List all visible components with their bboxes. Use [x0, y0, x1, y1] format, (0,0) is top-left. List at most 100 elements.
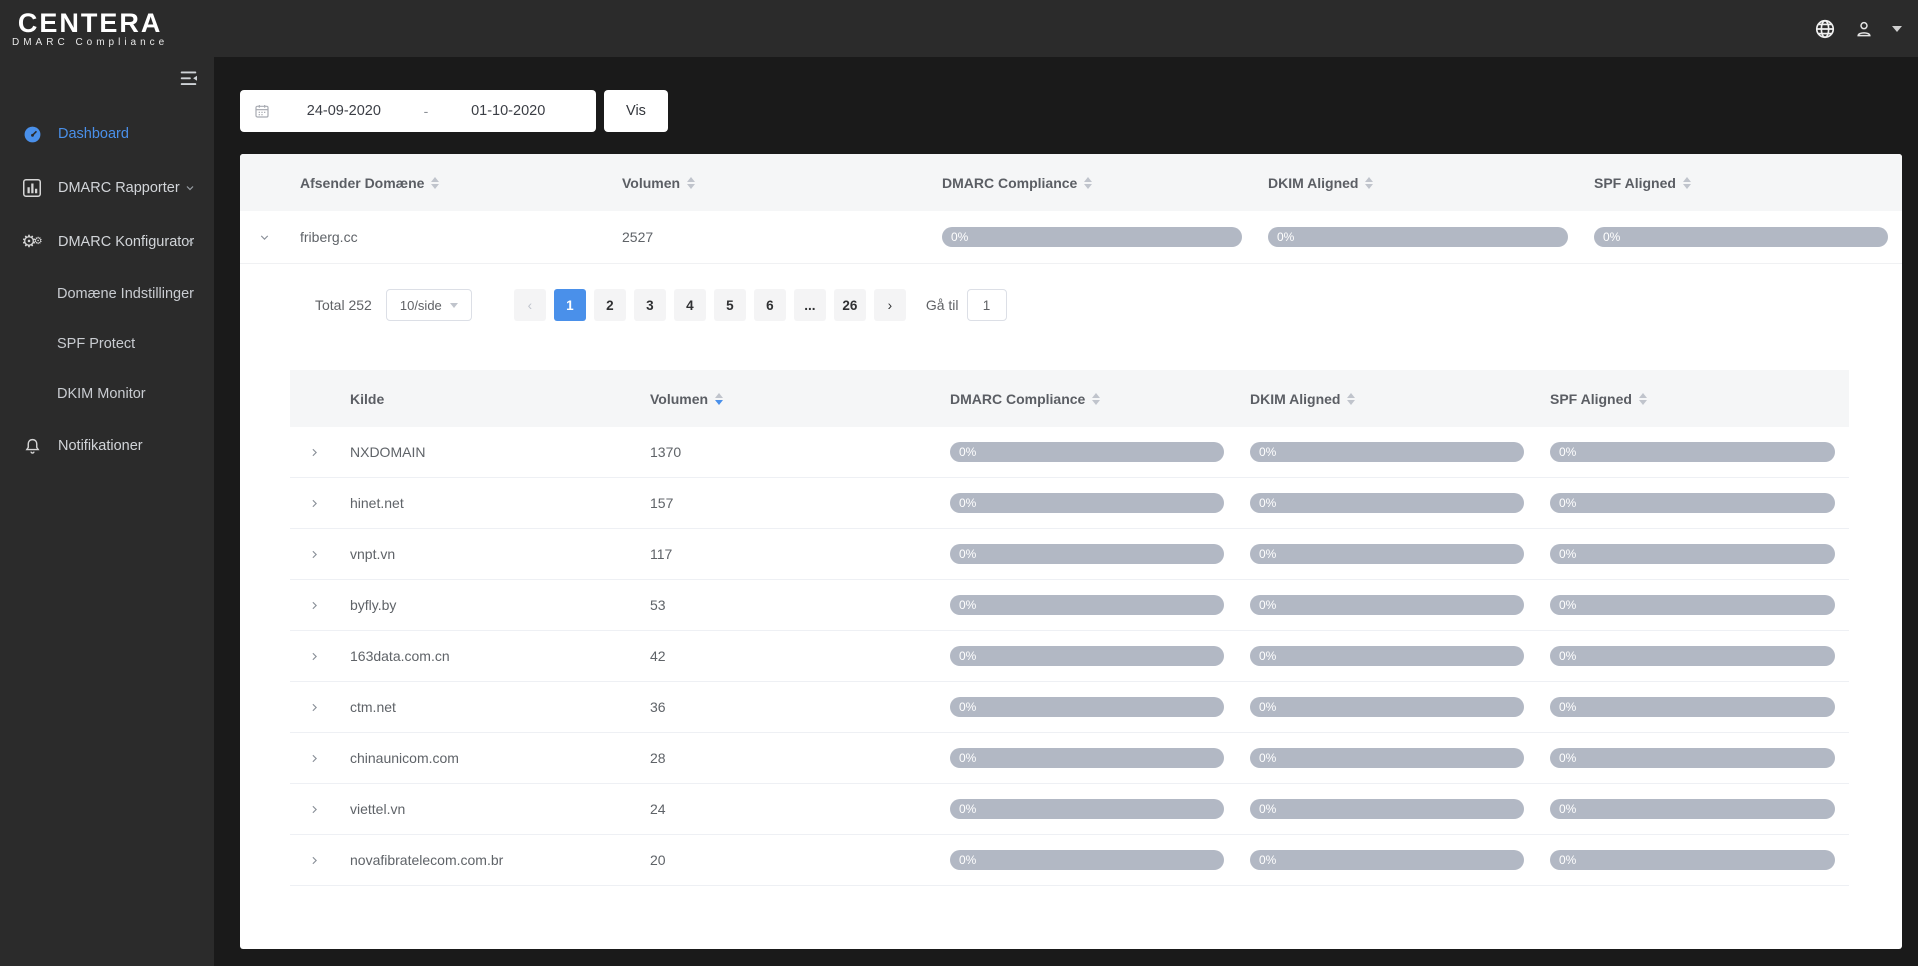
main-content: 24-09-2020 - 01-10-2020 Vis Afsender Dom… — [214, 57, 1918, 966]
source-volume: 1370 — [638, 444, 938, 460]
sources-table: Kilde Volumen DMARC Compliance DKIM Alig… — [290, 370, 1849, 886]
table-row-source: hinet.net 157 0% 0% 0% — [290, 478, 1849, 529]
chevron-right-icon — [308, 701, 321, 714]
chevron-right-icon — [308, 803, 321, 816]
date-range-picker[interactable]: 24-09-2020 - 01-10-2020 — [240, 90, 596, 132]
chevron-right-icon — [308, 446, 321, 459]
dmarc-progress-bar: 0% — [942, 227, 1242, 247]
column-header-dmarc-compliance[interactable]: DMARC Compliance — [938, 391, 1238, 407]
dmarc-progress-bar: 0% — [950, 442, 1224, 462]
spf-progress-bar: 0% — [1550, 595, 1835, 615]
sort-carets-icon[interactable] — [1365, 177, 1373, 189]
spf-progress-bar: 0% — [1550, 697, 1835, 717]
column-header-spf-aligned[interactable]: SPF Aligned — [1582, 175, 1902, 191]
sort-carets-icon[interactable] — [687, 177, 695, 189]
prev-page-button[interactable]: ‹ — [514, 289, 546, 321]
expand-row-button[interactable] — [290, 803, 338, 816]
page-button-3[interactable]: 3 — [634, 289, 666, 321]
table-row-source: vnpt.vn 117 0% 0% 0% — [290, 529, 1849, 580]
chevron-right-icon — [308, 497, 321, 510]
sort-carets-icon[interactable] — [1683, 177, 1691, 189]
page-button-26[interactable]: 26 — [834, 289, 866, 321]
chevron-down-icon — [450, 303, 458, 308]
expand-row-button[interactable] — [290, 446, 338, 459]
account-caret-down-icon[interactable] — [1892, 26, 1902, 32]
sidebar-item-label: DKIM Monitor — [57, 386, 146, 402]
column-header-kilde[interactable]: Kilde — [338, 391, 638, 407]
expand-row-button[interactable] — [290, 548, 338, 561]
page-size-select[interactable]: 10/side — [386, 289, 472, 321]
data-card: Afsender Domæne Volumen DMARC Compliance… — [240, 154, 1902, 949]
sort-carets-icon[interactable] — [1347, 393, 1355, 405]
column-header-dmarc-compliance[interactable]: DMARC Compliance — [930, 175, 1256, 191]
page-button-6[interactable]: 6 — [754, 289, 786, 321]
sort-carets-icon[interactable] — [1084, 177, 1092, 189]
sidebar-item-dashboard[interactable]: Dashboard — [0, 107, 214, 161]
sort-carets-icon[interactable] — [1639, 393, 1647, 405]
column-header-dkim-aligned[interactable]: DKIM Aligned — [1256, 175, 1582, 191]
page-button-1[interactable]: 1 — [554, 289, 586, 321]
expand-row-button[interactable] — [290, 599, 338, 612]
dmarc-progress-bar: 0% — [950, 748, 1224, 768]
expand-row-button[interactable] — [290, 701, 338, 714]
source-name: viettel.vn — [338, 801, 638, 817]
sidebar-item-label: DMARC Rapporter — [58, 180, 180, 196]
column-header-volumen[interactable]: Volumen — [610, 175, 930, 191]
sidebar-item-dkim-monitor[interactable]: DKIM Monitor — [0, 369, 214, 419]
globe-icon[interactable] — [1814, 18, 1836, 40]
dmarc-progress-bar: 0% — [950, 595, 1224, 615]
dkim-progress-bar: 0% — [1268, 227, 1568, 247]
pagination-total: Total 252 — [315, 297, 372, 313]
brand-logo: CENTERA DMARC Compliance — [12, 9, 168, 48]
page-button-4[interactable]: 4 — [674, 289, 706, 321]
column-header-afsender-domaene[interactable]: Afsender Domæne — [288, 175, 610, 191]
source-name: vnpt.vn — [338, 546, 638, 562]
domain-name: friberg.cc — [288, 229, 610, 245]
spf-progress-bar: 0% — [1550, 544, 1835, 564]
sidebar-item-label: Dashboard — [58, 126, 129, 142]
domain-volume: 2527 — [610, 229, 930, 245]
menu-fold-icon[interactable] — [179, 70, 198, 87]
apply-button[interactable]: Vis — [604, 90, 668, 132]
sort-carets-icon[interactable] — [1092, 393, 1100, 405]
source-name: 163data.com.cn — [338, 648, 638, 664]
sort-carets-icon[interactable] — [715, 393, 723, 405]
page-ellipsis-button[interactable]: ... — [794, 289, 826, 321]
source-name: chinaunicom.com — [338, 750, 638, 766]
source-volume: 42 — [638, 648, 938, 664]
chevron-right-icon — [308, 650, 321, 663]
sidebar-item-dmarc-rapporter[interactable]: DMARC Rapporter — [0, 161, 214, 215]
chevron-right-icon — [308, 599, 321, 612]
calendar-icon[interactable] — [254, 103, 270, 119]
date-from-field[interactable]: 24-09-2020 — [270, 103, 418, 119]
sidebar-item-spf-protect[interactable]: SPF Protect — [0, 319, 214, 369]
expand-row-button[interactable] — [290, 854, 338, 867]
expand-row-button[interactable] — [290, 650, 338, 663]
sort-carets-icon[interactable] — [431, 177, 439, 189]
dmarc-progress-bar: 0% — [950, 850, 1224, 870]
expand-row-button[interactable] — [290, 752, 338, 765]
domains-table-header: Afsender Domæne Volumen DMARC Compliance… — [240, 154, 1902, 211]
date-to-field[interactable]: 01-10-2020 — [434, 103, 582, 119]
expand-row-button[interactable] — [290, 497, 338, 510]
page-button-5[interactable]: 5 — [714, 289, 746, 321]
column-header-spf-aligned[interactable]: SPF Aligned — [1538, 391, 1849, 407]
page-button-2[interactable]: 2 — [594, 289, 626, 321]
sidebar-item-domaene-indstillinger[interactable]: Domæne Indstillinger — [0, 269, 214, 319]
column-header-dkim-aligned[interactable]: DKIM Aligned — [1238, 391, 1538, 407]
goto-page-input[interactable] — [967, 289, 1007, 321]
sidebar-item-label: Domæne Indstillinger — [57, 286, 194, 302]
dkim-progress-bar: 0% — [1250, 748, 1524, 768]
source-volume: 157 — [638, 495, 938, 511]
pagination: Total 252 10/side ‹ 1 2 3 4 5 6 ... 26 ›… — [315, 289, 1902, 321]
sidebar-item-notifikationer[interactable]: Notifikationer — [0, 419, 214, 473]
source-name: NXDOMAIN — [338, 444, 638, 460]
source-name: hinet.net — [338, 495, 638, 511]
column-header-volumen[interactable]: Volumen — [638, 391, 938, 407]
sidebar-item-dmarc-konfigurator[interactable]: ⚙⚙ DMARC Konfigurator — [0, 215, 214, 269]
dkim-progress-bar: 0% — [1250, 850, 1524, 870]
next-page-button[interactable]: › — [874, 289, 906, 321]
user-icon[interactable] — [1854, 19, 1874, 39]
collapse-row-button[interactable] — [240, 231, 288, 244]
chevron-right-icon — [308, 752, 321, 765]
